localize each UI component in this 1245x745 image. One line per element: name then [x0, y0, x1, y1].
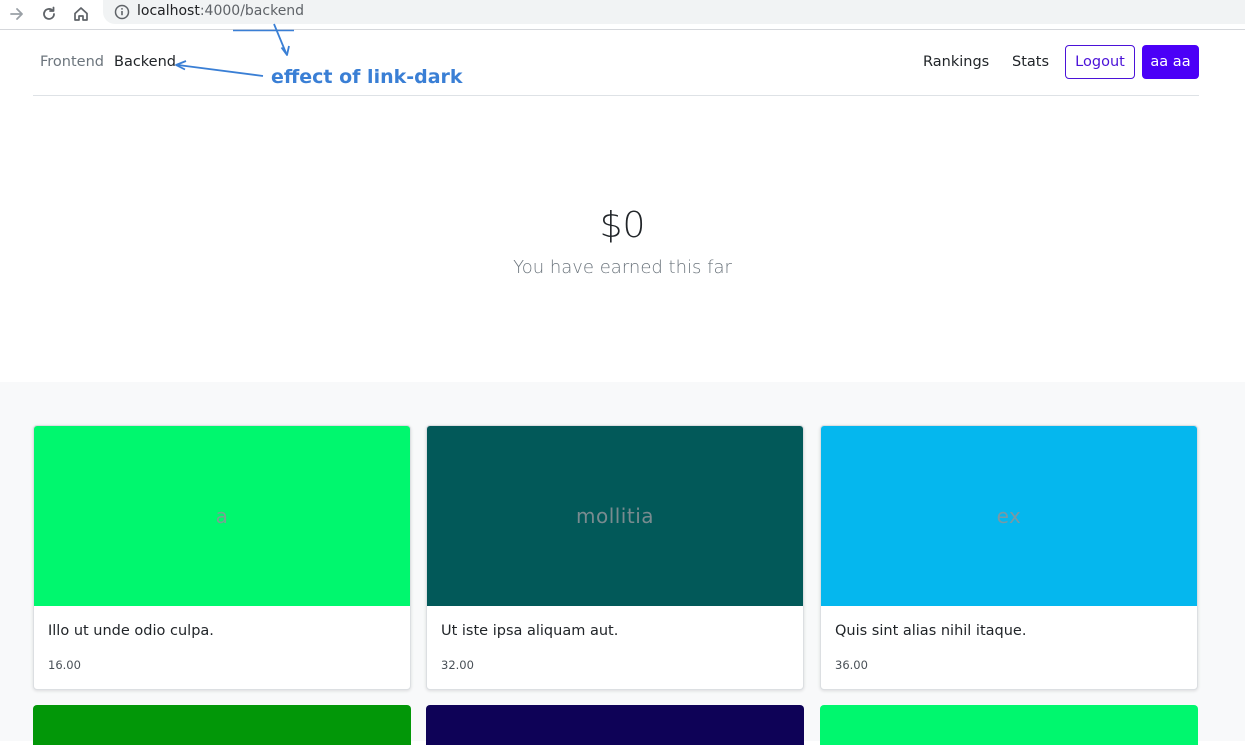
address-bar[interactable]: localhost:4000/backend — [103, 0, 1245, 24]
product-title: Illo ut unde odio culpa. — [48, 623, 214, 639]
app-navbar: Frontend Backend Rankings Stats Logout a… — [33, 30, 1199, 96]
product-price: 36.00 — [835, 658, 868, 672]
info-icon[interactable] — [113, 3, 131, 21]
product-price: 32.00 — [441, 658, 474, 672]
nav-link-frontend[interactable]: Frontend — [40, 53, 104, 71]
product-image: ex — [821, 426, 1197, 606]
product-card-partial[interactable] — [426, 705, 804, 745]
product-image-text: ex — [996, 504, 1022, 528]
url-text: localhost:4000/backend — [137, 2, 304, 20]
forward-icon[interactable] — [6, 3, 28, 25]
annotation-note: effect of link-dark — [271, 66, 463, 88]
product-grid: a Illo ut unde odio culpa. 16.00 molliti… — [0, 382, 1245, 745]
nav-link-rankings[interactable]: Rankings — [923, 53, 989, 71]
logout-button[interactable]: Logout — [1065, 45, 1135, 79]
product-image: a — [34, 426, 410, 606]
product-price: 16.00 — [48, 658, 81, 672]
product-card[interactable]: a Illo ut unde odio culpa. 16.00 — [33, 425, 411, 690]
nav-link-backend[interactable]: Backend — [114, 53, 176, 71]
product-card-partial[interactable] — [33, 705, 411, 745]
url-path: /backend — [240, 3, 305, 19]
product-title: Quis sint alias nihil itaque. — [835, 623, 1027, 639]
product-image: mollitia — [427, 426, 803, 606]
home-icon[interactable] — [70, 3, 92, 25]
user-button[interactable]: aa aa — [1142, 45, 1199, 79]
product-card[interactable]: mollitia Ut iste ipsa aliquam aut. 32.00 — [426, 425, 804, 690]
url-host: localhost — [137, 3, 200, 19]
url-port: :4000 — [199, 3, 241, 19]
product-card-partial[interactable] — [820, 705, 1198, 745]
browser-toolbar: localhost:4000/backend — [0, 0, 1245, 30]
earnings-hero: $0 You have earned this far — [0, 97, 1245, 382]
product-title: Ut iste ipsa aliquam aut. — [441, 623, 619, 639]
product-image-text: mollitia — [575, 504, 655, 528]
nav-link-stats[interactable]: Stats — [1012, 53, 1049, 71]
reload-icon[interactable] — [38, 3, 60, 25]
earnings-amount: $0 — [599, 205, 646, 246]
product-card[interactable]: ex Quis sint alias nihil itaque. 36.00 — [820, 425, 1198, 690]
product-image-text: a — [215, 504, 229, 528]
earnings-subtitle: You have earned this far — [513, 257, 732, 278]
